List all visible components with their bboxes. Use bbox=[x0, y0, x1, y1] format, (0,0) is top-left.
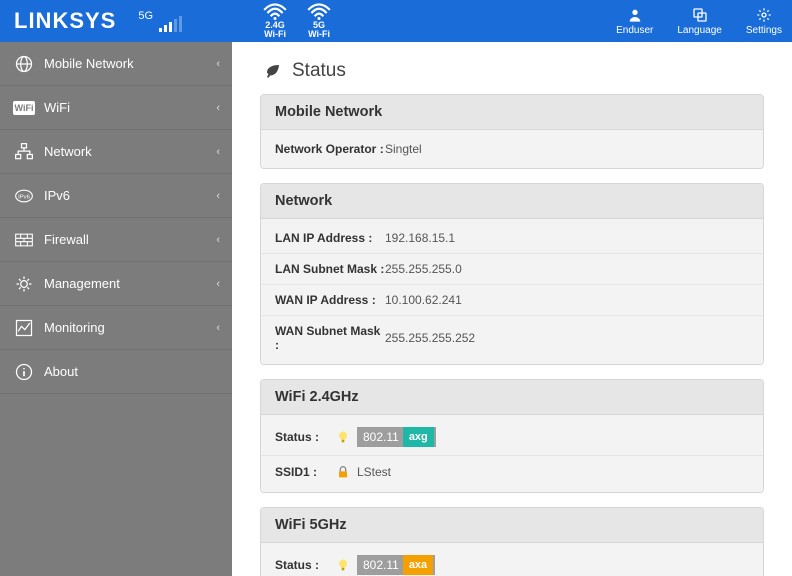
chevron-left-icon: ‹ bbox=[216, 146, 220, 158]
panel-title: Network bbox=[261, 184, 763, 219]
panel-title: WiFi 2.4GHz bbox=[261, 380, 763, 415]
chart-icon bbox=[14, 318, 34, 338]
sidebar-item-network[interactable]: Network ‹ bbox=[0, 130, 232, 174]
page-title: Status bbox=[264, 60, 764, 82]
sidebar-item-monitoring[interactable]: Monitoring ‹ bbox=[0, 306, 232, 350]
sidebar-item-label: About bbox=[44, 364, 78, 379]
panel-mobile-network: Mobile Network Network Operator : Singte… bbox=[260, 94, 764, 169]
bulb-icon bbox=[335, 557, 351, 573]
firewall-icon bbox=[14, 230, 34, 250]
sidebar-item-label: Management bbox=[44, 276, 120, 291]
sidebar-item-mobile-network[interactable]: Mobile Network ‹ bbox=[0, 42, 232, 86]
top-nav: Enduser Language Settings bbox=[616, 7, 782, 36]
row-wifi24-ssid: SSID1 : LStest bbox=[261, 456, 763, 488]
chevron-left-icon: ‹ bbox=[216, 58, 220, 70]
row-wan-mask: WAN Subnet Mask : 255.255.255.252 bbox=[261, 316, 763, 360]
sidebar-item-management[interactable]: Management ‹ bbox=[0, 262, 232, 306]
globe-icon bbox=[14, 54, 34, 74]
wifi-5g-icon[interactable]: 5G Wi-Fi bbox=[306, 3, 332, 39]
sidebar-item-label: Firewall bbox=[44, 232, 89, 247]
leaf-icon bbox=[264, 62, 282, 80]
sidebar-item-ipv6[interactable]: IPv6 IPv6 ‹ bbox=[0, 174, 232, 218]
main-content: Status Mobile Network Network Operator :… bbox=[232, 42, 792, 576]
wifi-band-icons: 2.4G Wi-Fi 5G Wi-Fi bbox=[262, 3, 332, 39]
sidebar-item-label: Network bbox=[44, 144, 92, 159]
wifi-24g-icon[interactable]: 2.4G Wi-Fi bbox=[262, 3, 288, 39]
signal-icon bbox=[159, 16, 182, 32]
row-lan-mask: LAN Subnet Mask : 255.255.255.0 bbox=[261, 254, 763, 285]
row-network-operator: Network Operator : Singtel bbox=[261, 134, 763, 164]
sidebar-item-about[interactable]: About ‹ bbox=[0, 350, 232, 394]
chevron-left-icon: ‹ bbox=[216, 278, 220, 290]
wifi-icon: WiFi bbox=[14, 98, 34, 118]
brand-logo: LINKSYS bbox=[10, 8, 116, 34]
sidebar-item-label: WiFi bbox=[44, 100, 70, 115]
ipv6-icon: IPv6 bbox=[14, 186, 34, 206]
row-wifi24-status: Status : 802.11 axg bbox=[261, 419, 763, 456]
chevron-left-icon: ‹ bbox=[216, 190, 220, 202]
panel-wifi-5: WiFi 5GHz Status : 802.11 axa SSID1 : LS… bbox=[260, 507, 764, 576]
sidebar-item-label: Mobile Network bbox=[44, 56, 134, 71]
sidebar-item-firewall[interactable]: Firewall ‹ bbox=[0, 218, 232, 262]
row-wan-ip: WAN IP Address : 10.100.62.241 bbox=[261, 285, 763, 316]
sidebar-item-label: Monitoring bbox=[44, 320, 105, 335]
row-lan-ip: LAN IP Address : 192.168.15.1 bbox=[261, 223, 763, 254]
panel-title: WiFi 5GHz bbox=[261, 508, 763, 543]
panel-title: Mobile Network bbox=[261, 95, 763, 130]
tech-label: 5G bbox=[138, 10, 153, 22]
chevron-left-icon: ‹ bbox=[216, 322, 220, 334]
language-button[interactable]: Language bbox=[677, 7, 722, 36]
lan-icon bbox=[14, 142, 34, 162]
info-icon bbox=[14, 362, 34, 382]
svg-text:IPv6: IPv6 bbox=[18, 194, 30, 200]
panel-wifi-24: WiFi 2.4GHz Status : 802.11 axg SSID1 : … bbox=[260, 379, 764, 493]
gear-icon bbox=[14, 274, 34, 294]
sidebar-item-wifi[interactable]: WiFi WiFi ‹ bbox=[0, 86, 232, 130]
sidebar: Mobile Network ‹ WiFi WiFi ‹ Network ‹ I… bbox=[0, 42, 232, 576]
sidebar-item-label: IPv6 bbox=[44, 188, 70, 203]
chevron-left-icon: ‹ bbox=[216, 234, 220, 246]
panel-network: Network LAN IP Address : 192.168.15.1 LA… bbox=[260, 183, 764, 365]
enduser-button[interactable]: Enduser bbox=[616, 7, 653, 36]
header: LINKSYS 5G 2.4G Wi-Fi 5G Wi-Fi Enduser L… bbox=[0, 0, 792, 42]
wifi-protocol-badge: 802.11 axg bbox=[357, 427, 436, 447]
chevron-left-icon: ‹ bbox=[216, 102, 220, 114]
lock-icon bbox=[335, 464, 351, 480]
row-wifi5-status: Status : 802.11 axa bbox=[261, 547, 763, 576]
settings-button[interactable]: Settings bbox=[746, 7, 782, 36]
bulb-icon bbox=[335, 429, 351, 445]
wifi-protocol-badge: 802.11 axa bbox=[357, 555, 435, 575]
